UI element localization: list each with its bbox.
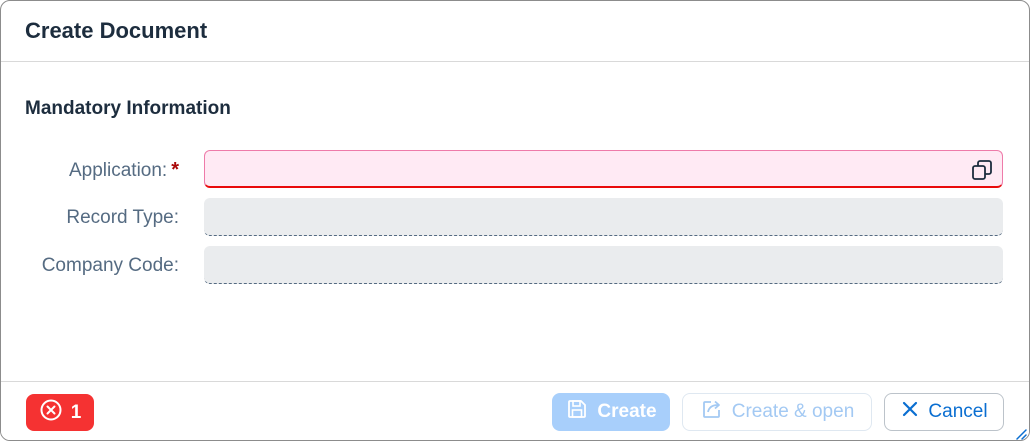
section-title: Mandatory Information: [25, 98, 231, 119]
error-message-button[interactable]: 1: [26, 394, 94, 431]
record-type-input: [204, 198, 964, 235]
application-input[interactable]: [205, 151, 965, 186]
error-circle-icon: [39, 398, 63, 428]
cancel-button[interactable]: Cancel: [884, 393, 1004, 431]
application-label-text: Application:: [68, 159, 168, 181]
record-type-label: Record Type:: [66, 207, 179, 229]
create-and-open-button[interactable]: Create & open: [682, 393, 872, 431]
company-code-field: [204, 246, 1003, 284]
record-type-field: [204, 198, 1003, 236]
save-icon: [565, 397, 589, 427]
record-type-label-text: Record Type:: [66, 207, 179, 228]
error-count: 1: [70, 401, 82, 423]
create-document-dialog: Create Document Mandatory Information Ap…: [0, 0, 1030, 441]
application-row: Application: *: [1, 150, 1029, 190]
company-code-label: Company Code:: [42, 255, 179, 277]
dialog-footer: 1 Create Create & open Cancel: [1, 381, 1029, 440]
company-code-label-text: Company Code:: [41, 255, 179, 276]
company-code-row: Company Code:: [1, 246, 1029, 286]
create-button-label: Create: [597, 401, 657, 422]
share-icon: [700, 397, 724, 427]
dialog-header: Create Document: [1, 1, 1029, 62]
dialog-title: Create Document: [25, 18, 208, 43]
create-and-open-label: Create & open: [731, 401, 855, 422]
record-type-row: Record Type:: [1, 198, 1029, 238]
close-icon: [900, 399, 920, 425]
resize-grip-icon[interactable]: [1015, 427, 1027, 440]
company-code-input: [204, 246, 964, 283]
value-help-icon[interactable]: [970, 158, 994, 182]
application-label: Application: *: [69, 159, 179, 182]
cancel-button-label: Cancel: [928, 401, 988, 422]
application-field[interactable]: [204, 150, 1003, 188]
required-indicator: *: [171, 159, 179, 181]
create-button[interactable]: Create: [552, 393, 670, 431]
